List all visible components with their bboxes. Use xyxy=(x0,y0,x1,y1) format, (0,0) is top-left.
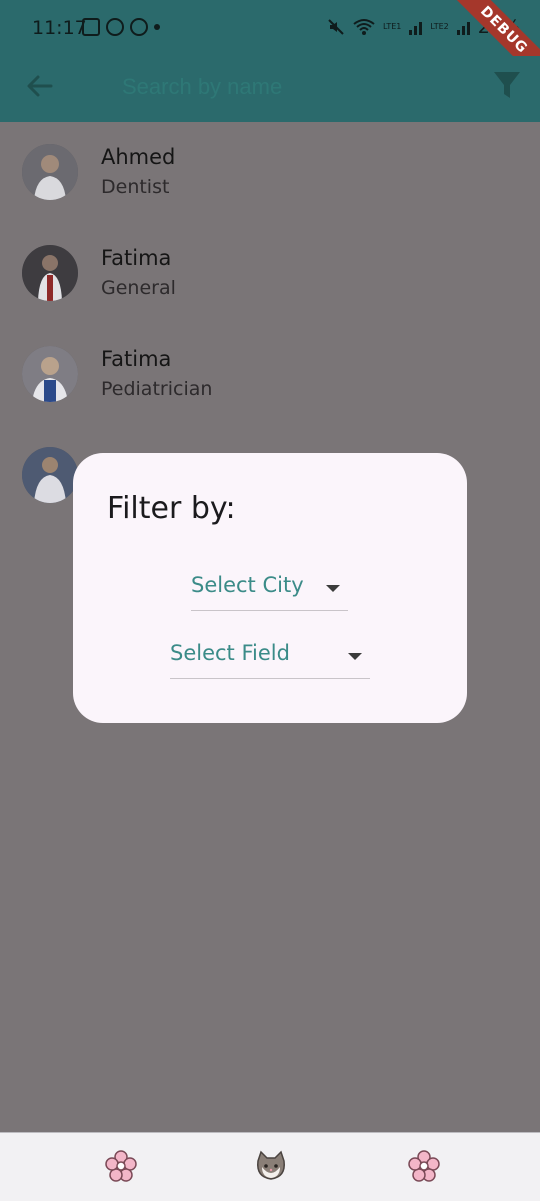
status-time: 11:17 xyxy=(32,17,87,39)
bottom-nav xyxy=(0,1132,540,1201)
field-dropdown-label: Select Field xyxy=(170,641,290,665)
caret-down-icon xyxy=(326,585,340,592)
caret-down-icon xyxy=(348,653,362,660)
city-dropdown[interactable]: Select City xyxy=(191,573,348,611)
flower-icon[interactable] xyxy=(407,1149,441,1183)
filter-dialog: Filter by: Select City Select Field xyxy=(73,453,467,723)
wifi-icon xyxy=(353,19,375,35)
cat-icon[interactable] xyxy=(254,1149,288,1183)
doctor-name: Ahmed xyxy=(101,145,176,169)
avatar xyxy=(22,245,78,301)
status-bar: 11:17 LTE1 LTE2 27% xyxy=(0,0,540,56)
list-item[interactable]: Ahmed Dentist xyxy=(0,122,540,223)
dialog-title: Filter by: xyxy=(107,491,236,526)
avatar xyxy=(22,447,78,503)
field-dropdown[interactable]: Select Field xyxy=(170,641,370,679)
gallery-icon xyxy=(82,18,100,36)
avatar xyxy=(22,144,78,200)
doctor-name: Fatima xyxy=(101,347,172,371)
doctor-field: Dentist xyxy=(101,176,170,198)
list-item[interactable]: Fatima General xyxy=(0,223,540,324)
avatar xyxy=(22,346,78,402)
doctor-field: Pediatrician xyxy=(101,378,213,400)
doctor-name: Fatima xyxy=(101,246,172,270)
flower-icon[interactable] xyxy=(104,1149,138,1183)
whatsapp-icon xyxy=(106,18,124,36)
funnel-icon[interactable] xyxy=(492,68,522,102)
signal-1-icon xyxy=(409,19,423,35)
sim2-label: LTE2 xyxy=(430,22,449,31)
arrow-left-icon[interactable] xyxy=(24,70,56,102)
search-input[interactable] xyxy=(120,68,454,106)
mute-icon xyxy=(328,19,344,35)
chat-icon xyxy=(130,18,148,36)
notification-icons xyxy=(82,18,160,36)
city-dropdown-label: Select City xyxy=(191,573,304,597)
doctor-field: General xyxy=(101,277,176,299)
more-notifications-icon xyxy=(154,24,160,30)
list-item[interactable]: Fatima Pediatrician xyxy=(0,324,540,425)
sim1-label: LTE1 xyxy=(382,22,402,31)
signal-2-icon xyxy=(456,19,470,35)
